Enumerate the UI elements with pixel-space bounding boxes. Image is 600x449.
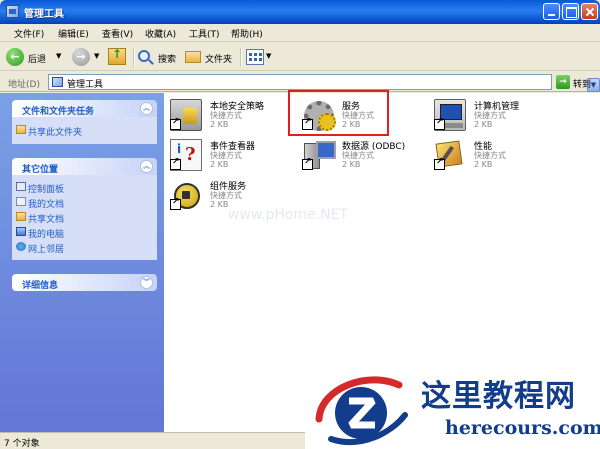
file-tasks-body: 共享此文件夹 — [12, 117, 157, 144]
file-item-component-services[interactable]: 组件服务 快捷方式 2 KB — [170, 177, 298, 217]
search-icon[interactable] — [138, 50, 150, 62]
file-item-size: 2 KB — [474, 160, 493, 169]
menu-help[interactable]: 帮助(H) — [231, 27, 263, 40]
menu-file[interactable]: 文件(F) — [14, 27, 44, 40]
menu-edit[interactable]: 编辑(E) — [58, 27, 89, 40]
file-item-size: 2 KB — [210, 120, 229, 129]
explorer-window: 管理工具 文件(F) 编辑(E) 查看(V) 收藏(A) 工具(T) 帮助(H)… — [0, 0, 600, 449]
folders-button-label[interactable]: 文件夹 — [205, 52, 232, 65]
admin-tools-folder-icon — [52, 77, 63, 87]
file-item-event-viewer[interactable]: 事件查看器 快捷方式 2 KB — [170, 137, 298, 177]
other-places-body: 控制面板 我的文档 共享文档 我的电脑 网上邻居 — [12, 175, 157, 260]
network-places-icon — [16, 242, 26, 251]
place-link-my-computer[interactable]: 我的电脑 — [28, 227, 64, 240]
details-panel: 详细信息 ︾ — [12, 274, 157, 291]
file-item-size: 2 KB — [210, 160, 229, 169]
chevron-up-icon[interactable]: ︽ — [140, 102, 153, 115]
minimize-button[interactable] — [543, 3, 560, 20]
file-item-performance[interactable]: 性能 快捷方式 2 KB — [434, 137, 562, 177]
panel-title: 其它位置 — [22, 165, 59, 175]
shortcut-arrow-icon — [302, 157, 313, 170]
back-dropdown-icon[interactable]: ▼ — [56, 52, 61, 60]
logo-title: 这里教程网 — [421, 379, 576, 414]
other-places-header[interactable]: 其它位置 ︽ — [12, 158, 157, 175]
back-arrow-icon[interactable]: ← — [6, 48, 24, 66]
shared-documents-icon — [16, 212, 26, 221]
menu-bar: 文件(F) 编辑(E) 查看(V) 收藏(A) 工具(T) 帮助(H) — [0, 24, 600, 65]
site-logo-overlay: 这里教程网 herecours.com — [305, 367, 600, 449]
place-link-my-documents[interactable]: 我的文档 — [28, 197, 64, 210]
status-text: 7 个对象 — [4, 439, 40, 449]
back-button-label[interactable]: 后退 — [28, 52, 46, 65]
admin-tools-window-icon — [6, 5, 19, 18]
details-header[interactable]: 详细信息 ︾ — [12, 274, 157, 291]
chevron-down-icon[interactable]: ︾ — [140, 276, 153, 289]
file-item-odbc-datasource[interactable]: 数据源 (ODBC) 快捷方式 2 KB — [302, 137, 430, 177]
go-arrow-icon[interactable]: → — [556, 75, 570, 89]
place-link-control-panel[interactable]: 控制面板 — [28, 182, 64, 195]
go-button-label[interactable]: 转到 — [573, 77, 591, 90]
title-bar[interactable]: 管理工具 — [0, 0, 600, 24]
site-logo-icon — [315, 376, 408, 446]
file-tasks-header[interactable]: 文件和文件夹任务 ︽ — [12, 100, 157, 117]
menu-tools[interactable]: 工具(T) — [189, 27, 220, 40]
shortcut-arrow-icon — [170, 197, 181, 210]
file-item-local-security-policy[interactable]: 本地安全策略 快捷方式 2 KB — [170, 97, 298, 137]
folders-icon[interactable] — [185, 51, 201, 63]
file-item-size: 2 KB — [210, 200, 229, 209]
views-icon[interactable] — [246, 49, 264, 65]
task-link-share-folder[interactable]: 共享此文件夹 — [28, 125, 82, 138]
address-value[interactable]: 管理工具 — [67, 77, 103, 90]
file-tasks-panel: 文件和文件夹任务 ︽ 共享此文件夹 — [12, 100, 157, 144]
logo-url: herecours.com — [445, 417, 600, 439]
shortcut-arrow-icon — [434, 117, 445, 130]
chevron-up-icon[interactable]: ︽ — [140, 160, 153, 173]
address-input[interactable]: 管理工具 ▼ — [48, 74, 600, 92]
search-button-label[interactable]: 搜索 — [158, 52, 176, 65]
address-label: 地址(D) — [8, 80, 40, 90]
my-computer-icon — [16, 227, 26, 236]
panel-title: 详细信息 — [22, 281, 59, 291]
shortcut-arrow-icon — [170, 157, 181, 170]
shortcut-arrow-icon — [434, 157, 445, 170]
control-panel-icon — [16, 182, 26, 191]
close-button[interactable] — [581, 3, 598, 20]
views-dropdown-icon[interactable]: ▼ — [266, 52, 271, 60]
forward-dropdown-icon[interactable]: ▼ — [94, 52, 99, 60]
highlight-box — [288, 90, 389, 136]
menu-favorites[interactable]: 收藏(A) — [145, 27, 176, 40]
shortcut-arrow-icon — [170, 117, 181, 130]
maximize-button[interactable] — [562, 3, 579, 20]
file-item-computer-management[interactable]: 计算机管理 快捷方式 2 KB — [434, 97, 562, 137]
file-item-size: 2 KB — [474, 120, 493, 129]
toolbar-separator — [240, 48, 241, 67]
window-title: 管理工具 — [24, 9, 64, 20]
panel-title: 文件和文件夹任务 — [22, 107, 95, 117]
toolbar-separator — [133, 48, 134, 67]
file-item-size: 2 KB — [342, 160, 361, 169]
task-pane: 文件和文件夹任务 ︽ 共享此文件夹 其它位置 ︽ 控制面板 我的文档 共享文档 — [0, 93, 164, 432]
up-folder-icon[interactable] — [108, 47, 126, 65]
other-places-panel: 其它位置 ︽ 控制面板 我的文档 共享文档 我的电脑 网上邻居 — [12, 158, 157, 260]
place-link-network-places[interactable]: 网上邻居 — [28, 242, 64, 255]
toolbar: ← 后退 ▼ → ▼ 搜索 文件夹 ▼ — [0, 43, 600, 71]
my-documents-icon — [16, 197, 26, 206]
address-bar: 地址(D) 管理工具 ▼ → 转到 — [0, 72, 600, 92]
share-folder-icon — [16, 125, 26, 134]
menu-view[interactable]: 查看(V) — [102, 27, 133, 40]
place-link-shared-documents[interactable]: 共享文档 — [28, 212, 64, 225]
forward-arrow-icon[interactable]: → — [72, 48, 90, 66]
